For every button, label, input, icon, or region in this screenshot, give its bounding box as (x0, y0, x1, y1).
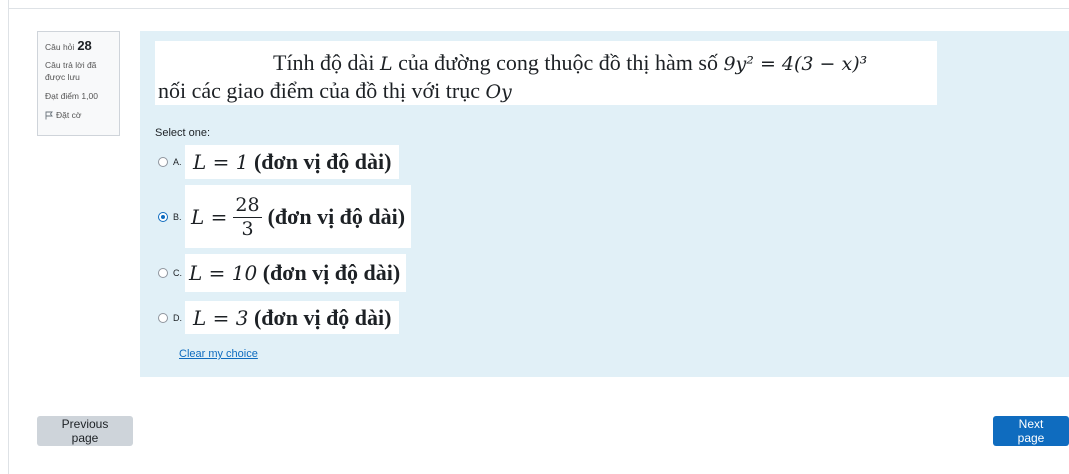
answer-option-d[interactable]: D. L = 3 (đơn vị độ dài) (158, 301, 400, 334)
question-axis: Oy (485, 81, 512, 103)
option-math: L = (191, 204, 228, 229)
question-state: Câu trả lời đã được lưu (45, 60, 97, 82)
option-letter: A. (173, 157, 182, 167)
option-answer: L = 28 3 (đơn vị độ dài) (185, 185, 412, 248)
option-math: L = 3 (193, 305, 249, 330)
fraction-numerator: 28 (233, 193, 262, 218)
option-unit: (đơn vị độ dài) (253, 304, 392, 330)
option-math: L = 1 (193, 150, 249, 174)
next-page-button[interactable]: Next page (993, 416, 1069, 446)
question-number-value: 28 (77, 38, 92, 53)
question-text-line-2: nối các giao điểm của đồ thị với trục Oy (158, 78, 512, 104)
option-letter: C. (173, 268, 182, 278)
previous-page-button[interactable]: Previous page (37, 416, 133, 446)
option-unit: (đơn vị độ dài) (262, 260, 401, 285)
page-left-border (0, 0, 9, 474)
fraction: 28 3 (233, 193, 262, 240)
option-unit: (đơn vị độ dài) (253, 149, 392, 174)
fraction-denominator: 3 (241, 217, 254, 240)
answer-option-c[interactable]: C. L = 10 (đơn vị độ dài) (158, 254, 407, 292)
option-answer: L = 3 (đơn vị độ dài) (185, 301, 400, 334)
question-grade: Đạt điểm 1,00 (45, 91, 98, 101)
option-math: L = 10 (189, 261, 258, 285)
question-text: Tính độ dài L của đường cong thuộc đồ th… (155, 41, 937, 105)
question-number: Câu hỏi 28 (45, 38, 112, 53)
page-top-border (8, 0, 1069, 9)
question-text-suffix: nối các giao điểm của đồ thị với trục (158, 78, 486, 103)
clear-choice-link[interactable]: Clear my choice (179, 348, 258, 360)
option-letter: D. (173, 312, 182, 323)
question-number-label: Câu hỏi (45, 42, 75, 52)
flag-question-link[interactable]: Đặt cờ (45, 110, 112, 120)
option-answer: L = 1 (đơn vị độ dài) (185, 145, 400, 179)
answer-option-a[interactable]: A. L = 1 (đơn vị độ dài) (158, 145, 400, 179)
question-variable: L (379, 53, 393, 75)
option-letter: B. (173, 211, 182, 222)
answer-option-b[interactable]: B. L = 28 3 (đơn vị độ dài) (158, 185, 412, 248)
question-text-prefix: Tính độ dài (273, 50, 380, 75)
option-unit: (đơn vị độ dài) (267, 203, 406, 229)
radio-d[interactable] (158, 312, 168, 323)
radio-c[interactable] (158, 268, 168, 278)
question-info-panel: Câu hỏi 28 Câu trả lời đã được lưu Đạt đ… (37, 31, 120, 136)
radio-a[interactable] (158, 157, 168, 167)
flag-icon (45, 111, 53, 119)
flag-label: Đặt cờ (56, 110, 82, 120)
select-one-label: Select one: (155, 127, 211, 139)
radio-b[interactable] (158, 211, 168, 222)
question-text-middle: của đường cong thuộc đồ thị hàm số (392, 50, 724, 75)
option-answer: L = 10 (đơn vị độ dài) (185, 254, 407, 292)
question-equation: 9y² = 4(3 − x)³ (723, 53, 868, 75)
question-content: Tính độ dài L của đường cong thuộc đồ th… (140, 31, 1069, 377)
question-text-line-1: Tính độ dài L của đường cong thuộc đồ th… (273, 50, 867, 76)
